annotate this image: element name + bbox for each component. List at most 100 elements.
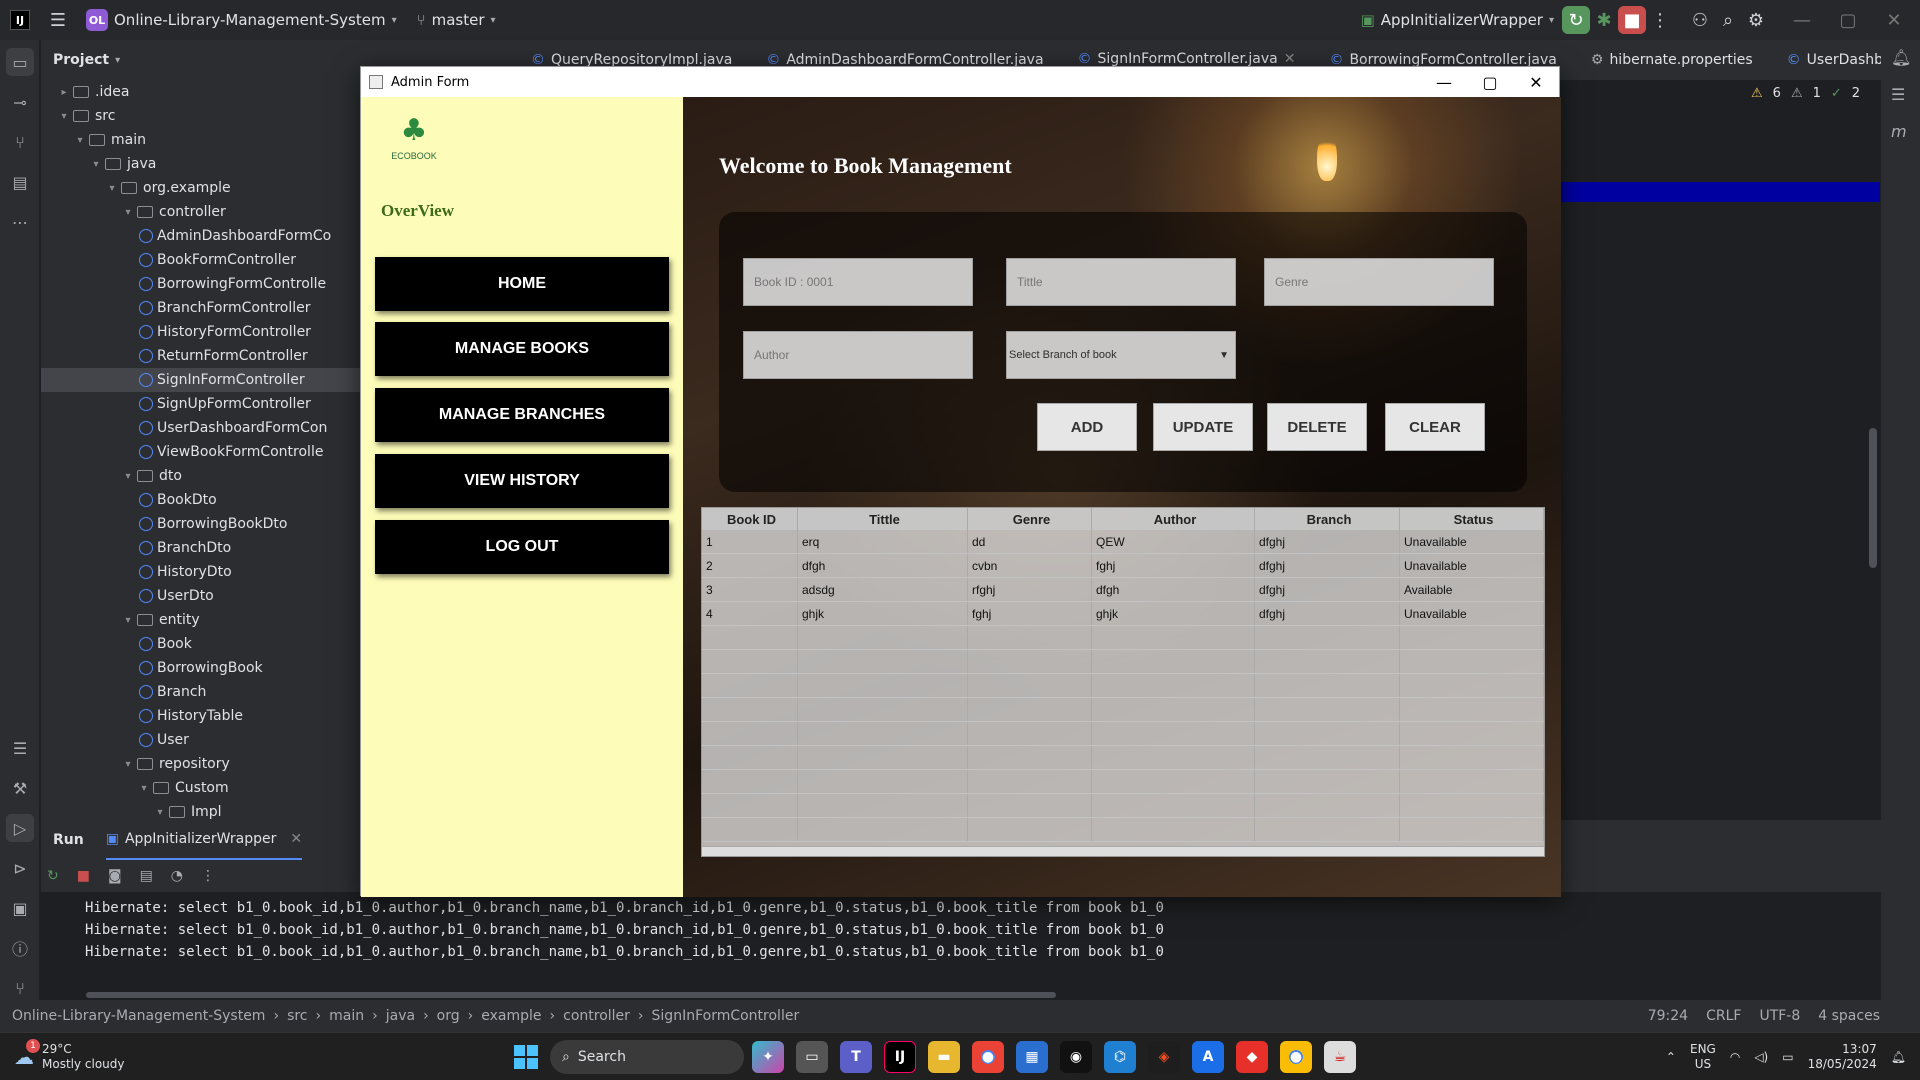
- close-icon[interactable]: ✕: [1880, 6, 1908, 34]
- table-row[interactable]: 2 dfgh cvbn fghj dfghj Unavailable: [702, 554, 1544, 578]
- indent-setting[interactable]: 4 spaces: [1818, 1008, 1880, 1024]
- pull-request-icon[interactable]: ⑂: [6, 128, 34, 156]
- services-icon[interactable]: ⊳: [6, 854, 34, 882]
- tree-folder[interactable]: ▾ org.example: [41, 176, 361, 200]
- manage-books-button[interactable]: MANAGE BOOKS: [375, 322, 669, 376]
- caret-position[interactable]: 79:24: [1648, 1008, 1688, 1024]
- camera-icon[interactable]: ◙: [108, 868, 122, 884]
- title-field[interactable]: Tittle: [1006, 258, 1236, 306]
- taskbar-search[interactable]: ⌕ Search: [550, 1039, 744, 1074]
- column-header[interactable]: Branch: [1255, 508, 1400, 530]
- chevron-right-icon[interactable]: ▸: [57, 87, 71, 98]
- maximize-icon[interactable]: ▢: [1834, 6, 1862, 34]
- wifi-icon[interactable]: ◠: [1730, 1050, 1740, 1064]
- file-explorer-icon[interactable]: ▬: [928, 1040, 960, 1073]
- tree-class[interactable]: BookFormController: [41, 248, 361, 272]
- tree-folder[interactable]: ▾ repository: [41, 752, 361, 776]
- tree-class[interactable]: UserDashboardFormCon: [41, 416, 361, 440]
- run-config-tab[interactable]: ▣ AppInitializerWrapper ✕: [105, 820, 303, 860]
- chevron-down-icon[interactable]: ▾: [121, 615, 135, 626]
- git-icon[interactable]: ⑂: [6, 974, 34, 1002]
- stop-icon[interactable]: ■: [77, 868, 90, 884]
- chevron-down-icon[interactable]: ▾: [89, 159, 103, 170]
- tray-chevron-icon[interactable]: ⌃: [1666, 1050, 1676, 1064]
- inspection-widget[interactable]: ⚠ 6 ⚠ 1 ✓ 2: [1751, 86, 1860, 101]
- manage-branches-button[interactable]: MANAGE BRANCHES: [375, 388, 669, 442]
- search-icon[interactable]: ⌕: [1714, 6, 1742, 34]
- add-user-icon[interactable]: ⚇: [1686, 6, 1714, 34]
- breadcrumb-item[interactable]: org: [437, 1008, 460, 1024]
- tree-class[interactable]: AdminDashboardFormCo: [41, 224, 361, 248]
- chevron-down-icon[interactable]: ▾: [121, 207, 135, 218]
- commit-icon[interactable]: ⊸: [6, 88, 34, 116]
- more-icon[interactable]: ⋮: [201, 868, 215, 884]
- chevron-down-icon[interactable]: ▾: [153, 807, 167, 818]
- chevron-down-icon[interactable]: ▾: [57, 111, 71, 122]
- log-out-button[interactable]: LOG OUT: [375, 520, 669, 574]
- tree-class[interactable]: BookDto: [41, 488, 361, 512]
- tree-folder[interactable]: ▸ .idea: [41, 80, 361, 104]
- tree-class[interactable]: Book: [41, 632, 361, 656]
- breadcrumb-item[interactable]: java: [386, 1008, 415, 1024]
- build-icon[interactable]: ⚒: [6, 774, 34, 802]
- window-title-bar[interactable]: Admin Form — ▢ ✕: [361, 67, 1559, 97]
- column-header[interactable]: Author: [1092, 508, 1255, 530]
- tree-class[interactable]: HistoryFormController: [41, 320, 361, 344]
- tree-class[interactable]: UserDto: [41, 584, 361, 608]
- tree-class[interactable]: BorrowingBook: [41, 656, 361, 680]
- main-menu-icon[interactable]: ☰: [44, 6, 72, 34]
- run-tab[interactable]: Run: [53, 832, 84, 848]
- copilot-icon[interactable]: ✦: [752, 1040, 784, 1073]
- tree-class[interactable]: BranchDto: [41, 536, 361, 560]
- debug-icon[interactable]: ✱: [1590, 6, 1618, 34]
- breadcrumb-item[interactable]: Online-Library-Management-System: [12, 1008, 265, 1024]
- chevron-down-icon[interactable]: ▾: [121, 471, 135, 482]
- task-view-icon[interactable]: ▭: [796, 1040, 828, 1073]
- chevron-down-icon[interactable]: ▾: [121, 759, 135, 770]
- tree-class[interactable]: ReturnFormController: [41, 344, 361, 368]
- clear-button[interactable]: CLEAR: [1385, 403, 1485, 451]
- breadcrumb-item[interactable]: SignInFormController: [652, 1008, 800, 1024]
- volume-icon[interactable]: ◁): [1754, 1050, 1768, 1064]
- rerun-icon[interactable]: ↻: [47, 868, 59, 884]
- layout-icon[interactable]: ◔: [171, 868, 183, 884]
- java-app-icon[interactable]: ☕: [1324, 1040, 1356, 1073]
- add-button[interactable]: ADD: [1037, 403, 1137, 451]
- table-hscroll[interactable]: [702, 846, 1544, 856]
- tree-folder[interactable]: ▾ main: [41, 128, 361, 152]
- author-field[interactable]: Author: [743, 331, 973, 379]
- tree-folder[interactable]: ▾ java: [41, 152, 361, 176]
- app-icon[interactable]: A: [1192, 1040, 1224, 1073]
- store-icon[interactable]: ▦: [1016, 1040, 1048, 1073]
- book-id-field[interactable]: Book ID : 0001: [743, 258, 973, 306]
- terminal-icon[interactable]: ▣: [6, 894, 34, 922]
- clock[interactable]: 13:07 18/05/2024: [1808, 1042, 1877, 1072]
- table-row[interactable]: 4 ghjk fghj ghjk dfghj Unavailable: [702, 602, 1544, 626]
- breadcrumb-item[interactable]: src: [287, 1008, 307, 1024]
- github-icon[interactable]: ◉: [1060, 1040, 1092, 1073]
- tree-folder[interactable]: ▾ entity: [41, 608, 361, 632]
- chevron-down-icon[interactable]: ▾: [73, 135, 87, 146]
- maven-icon[interactable]: m: [1891, 122, 1910, 141]
- vscode-icon[interactable]: ⌬: [1104, 1040, 1136, 1073]
- database-icon[interactable]: ☰: [6, 734, 34, 762]
- chrome-icon[interactable]: ●: [972, 1040, 1004, 1073]
- stop-icon[interactable]: ■: [1618, 6, 1646, 34]
- tree-class[interactable]: SignUpFormController: [41, 392, 361, 416]
- view-history-button[interactable]: VIEW HISTORY: [375, 454, 669, 508]
- books-table[interactable]: Book ID Tittle Genre Author Branch Status 1 er…: [701, 507, 1545, 857]
- language-indicator[interactable]: ENG US: [1690, 1042, 1716, 1072]
- figma-icon[interactable]: ◈: [1148, 1040, 1180, 1073]
- dump-icon[interactable]: ▤: [140, 868, 153, 884]
- editor-scrollbar[interactable]: [1869, 428, 1877, 568]
- battery-icon[interactable]: ▭: [1782, 1050, 1793, 1064]
- folder-icon[interactable]: ▭: [6, 48, 34, 76]
- tree-class[interactable]: HistoryDto: [41, 560, 361, 584]
- problems-icon[interactable]: ⓘ: [6, 934, 34, 962]
- column-header[interactable]: Book ID: [702, 508, 798, 530]
- column-header[interactable]: Genre: [968, 508, 1092, 530]
- run-config-selector[interactable]: ▣ AppInitializerWrapper ▾: [1361, 11, 1554, 29]
- tree-class[interactable]: ViewBookFormControlle: [41, 440, 361, 464]
- more-icon[interactable]: ⋮: [1646, 6, 1674, 34]
- chevron-down-icon[interactable]: ▾: [105, 183, 119, 194]
